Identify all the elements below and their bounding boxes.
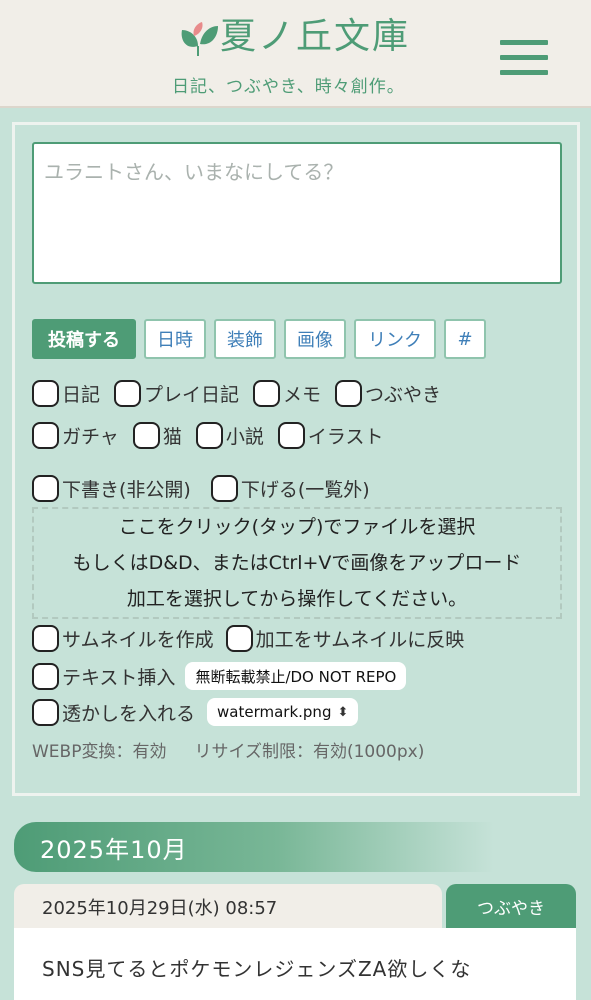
category-label: 猫 (162, 426, 182, 448)
month-header: 2025年10月 (14, 822, 494, 872)
option-label: 下書き(非公開) (62, 479, 191, 501)
post-date[interactable]: 2025年10月29日(水) 08:57 (14, 884, 442, 930)
dropzone-line-3: 加工を選択してから操作してください。 (126, 588, 468, 610)
resize-status: リサイズ制限：有効(1000px) (194, 742, 425, 762)
category-tweet[interactable]: つぶやき (335, 380, 441, 407)
image-button[interactable]: 画像 (284, 319, 346, 359)
decoration-button[interactable]: 装飾 (214, 319, 276, 359)
checkbox[interactable] (32, 625, 59, 652)
option-label: 加工をサムネイルに反映 (255, 629, 465, 651)
dropzone-line-2: もしくはD&D、またはCtrl+Vで画像をアップロード (72, 552, 522, 574)
link-button[interactable]: リンク (354, 319, 436, 359)
checkbox[interactable] (253, 380, 281, 407)
watermark-row: 透かしを入れる watermark.png ⬍ (32, 698, 359, 726)
checkbox[interactable] (335, 380, 363, 407)
site-title[interactable]: 夏ノ丘文庫 (220, 14, 410, 60)
category-memo[interactable]: メモ (253, 380, 321, 407)
checkbox[interactable] (32, 475, 59, 502)
visibility-options: 下書き(非公開) 下げる(一覧外) (32, 475, 370, 502)
option-label: サムネイルを作成 (62, 629, 214, 651)
hamburger-menu-icon[interactable] (498, 38, 550, 80)
checkbox[interactable] (277, 422, 305, 449)
dropzone-line-1: ここをクリック(タップ)でファイルを選択 (118, 516, 476, 538)
checkbox[interactable] (32, 698, 59, 726)
checkbox[interactable] (114, 380, 142, 407)
site-logo[interactable]: 夏ノ丘文庫 (178, 14, 410, 60)
hashtag-button[interactable]: # (444, 319, 486, 359)
thumbnail-options: サムネイルを作成 加工をサムネイルに反映 (32, 625, 464, 652)
site-header: 夏ノ丘文庫 日記、つぶやき、時々創作。 (0, 0, 591, 108)
category-gacha[interactable]: ガチャ (32, 422, 119, 449)
option-label: 下げる(一覧外) (240, 479, 370, 501)
checkbox[interactable] (195, 422, 223, 449)
checkbox[interactable] (32, 380, 59, 407)
draft-option[interactable]: 下書き(非公開) (32, 475, 191, 502)
site-tagline: 日記、つぶやき、時々創作。 (172, 77, 405, 97)
category-diary[interactable]: 日記 (32, 380, 100, 407)
category-label: 日記 (62, 384, 101, 406)
option-label: テキスト挿入 (62, 666, 176, 689)
text-insert-row: テキスト挿入 無断転載禁止/DO NOT REPO (32, 662, 407, 690)
checkbox[interactable] (225, 625, 253, 652)
select-arrows-icon: ⬍ (337, 704, 349, 720)
datetime-button[interactable]: 日時 (144, 319, 206, 359)
category-novel[interactable]: 小説 (195, 422, 264, 449)
category-label: つぶやき (365, 384, 442, 406)
make-thumbnail-option[interactable]: サムネイルを作成 (32, 625, 214, 652)
checkbox[interactable] (132, 422, 160, 449)
post-category-tag[interactable]: つぶやき (446, 884, 576, 928)
leaf-icon (181, 22, 218, 56)
category-label: メモ (283, 384, 322, 406)
checkbox[interactable] (32, 422, 59, 449)
category-illust[interactable]: イラスト (277, 422, 384, 449)
post-textarea[interactable] (32, 142, 562, 284)
category-row-1: 日記 プレイ日記 メモ つぶやき (32, 380, 441, 407)
insert-text-input[interactable]: 無断転載禁止/DO NOT REPO (185, 662, 407, 690)
category-label: プレイ日記 (144, 384, 240, 406)
category-play-diary[interactable]: プレイ日記 (114, 380, 239, 407)
watermark-select-value: watermark.png (217, 703, 332, 721)
insert-text-option[interactable]: テキスト挿入 (32, 662, 176, 690)
category-label: イラスト (307, 426, 384, 448)
checkbox[interactable] (210, 475, 238, 502)
file-dropzone[interactable]: ここをクリック(タップ)でファイルを選択 もしくはD&D、またはCtrl+Vで画… (32, 507, 562, 619)
watermark-option[interactable]: 透かしを入れる (32, 698, 196, 726)
post-form: 投稿する 日時 装飾 画像 リンク # 日記 プレイ日記 メモ つぶやき ガチャ… (12, 122, 580, 796)
post-toolbar: 投稿する 日時 装飾 画像 リンク # (32, 319, 486, 359)
category-label: 小説 (225, 426, 264, 448)
watermark-select[interactable]: watermark.png ⬍ (207, 698, 359, 726)
checkbox[interactable] (32, 662, 59, 690)
option-label: 透かしを入れる (62, 702, 196, 725)
post-text: SNS見てるとポケモンレジェンズZA欲しくな (42, 957, 472, 981)
post-body: SNS見てるとポケモンレジェンズZA欲しくな (14, 928, 576, 1000)
webp-status: WEBP変換：有効 (32, 742, 167, 762)
category-cat[interactable]: 猫 (132, 422, 182, 449)
conversion-info: WEBP変換：有効 リサイズ制限：有効(1000px) (32, 737, 424, 762)
category-label: ガチャ (62, 426, 119, 448)
post-button[interactable]: 投稿する (32, 319, 136, 359)
apply-to-thumbnail-option[interactable]: 加工をサムネイルに反映 (225, 625, 465, 652)
category-row-2: ガチャ 猫 小説 イラスト (32, 422, 383, 449)
lower-option[interactable]: 下げる(一覧外) (210, 475, 370, 502)
